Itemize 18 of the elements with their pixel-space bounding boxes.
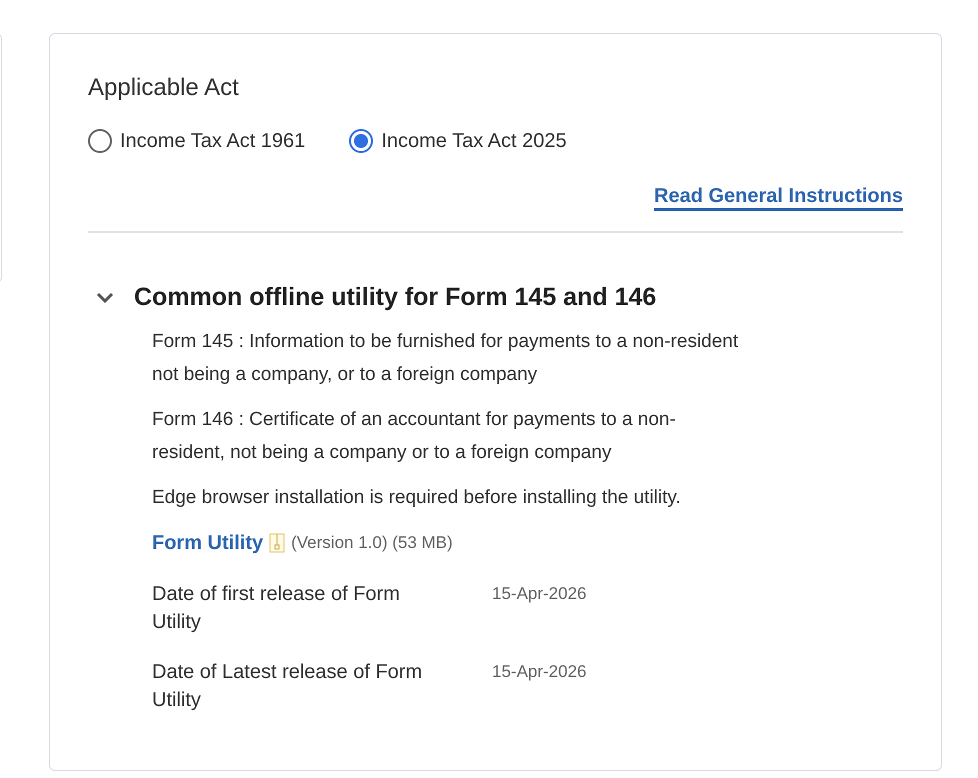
instructions-link[interactable]: Read General Instructions	[654, 184, 903, 211]
radio-option[interactable]: Income Tax Act 2025	[349, 126, 567, 156]
version-info: (Version 1.0) (53 MB)	[291, 532, 453, 554]
section-label: Applicable Act	[88, 73, 240, 103]
description-text: Edge browser installation is required before installing the utility.	[152, 486, 682, 510]
form-utility-link[interactable]: Form Utility	[152, 528, 264, 558]
radio-option[interactable]: Income Tax Act 1961	[88, 126, 306, 156]
radio-icon[interactable]	[88, 129, 112, 153]
zip-file-icon	[269, 532, 286, 552]
release-date-value: 15-Apr-2026	[492, 582, 587, 604]
section-title[interactable]: Common offline utility for Form 145 and 146	[134, 279, 656, 316]
radio-icon[interactable]	[349, 129, 374, 153]
release-date-value: 15-Apr-2026	[492, 660, 587, 682]
release-date-label: Date of Latest release of Form Utility	[152, 660, 424, 712]
release-date-label: Date of first release of Form Utility	[152, 582, 401, 634]
chevron-icon[interactable]	[96, 292, 114, 304]
description-text: Form 145 : Information to be furnished for payments to a non-resident not being a company, or to a foreign company	[152, 330, 740, 386]
description-text: Form 146 : Certificate of an accountant for payments to a non-resident, not being a company or to a foreign company	[152, 408, 677, 464]
